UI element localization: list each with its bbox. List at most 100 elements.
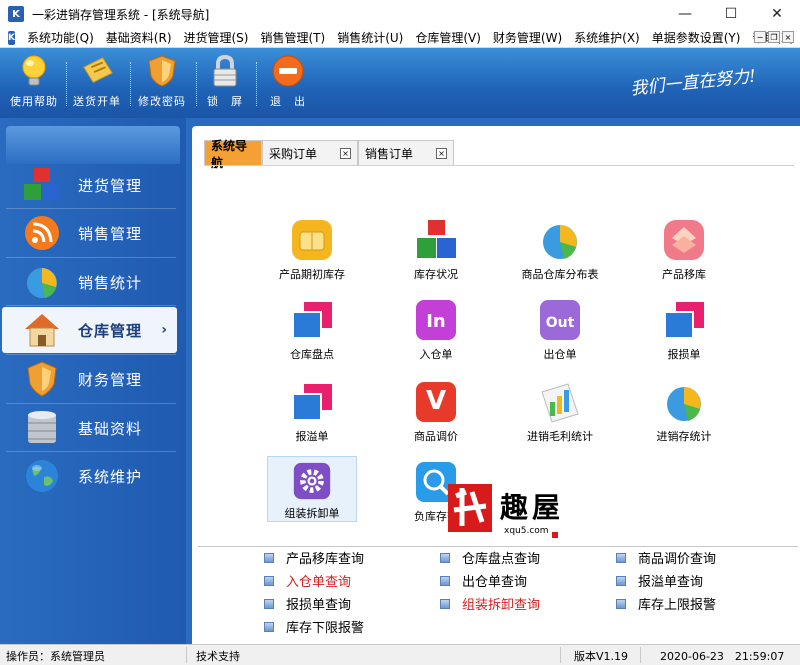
bullet-icon [264,621,274,632]
query-link-lower-limit-alarm[interactable]: 库存下限报警 [264,617,364,636]
tab-sales-order[interactable]: 销售订单 × [358,140,454,166]
query-link-label: 库存上限报警 [638,598,717,613]
nav-item-label: 进销存统计 [656,430,712,443]
query-link-assembly[interactable]: 组装拆卸查询 [440,594,540,613]
minimize-button[interactable]: — [662,0,708,28]
nav-inventory-stats[interactable]: 进销存统计 [639,380,729,444]
sidebar-item-sales[interactable]: 销售管理 [2,210,177,256]
menu-maintenance[interactable]: 系统维护(X) [568,29,646,46]
slogan-text: 我们一直在努力! [629,66,757,100]
help-tool-label: 使用帮助 [10,95,58,108]
menu-basic-data[interactable]: 基础资料(R) [100,29,178,46]
nav-item-label: 入仓单 [419,348,453,361]
query-link-upper-limit-alarm[interactable]: 库存上限报警 [616,594,716,613]
nav-item-label: 仓库盘点 [290,348,334,361]
nav-stocktaking[interactable]: 仓库盘点 [267,298,357,362]
window-title: 一彩进销存管理系统 - [系统导航] [32,7,210,22]
window-icon [664,302,704,339]
mdi-close-button[interactable]: × [782,31,794,43]
cubes-icon [417,220,456,258]
app-logo-icon: K [8,6,24,22]
maximize-button[interactable]: ☐ [708,0,754,28]
nav-opening-stock[interactable]: 产品期初库存 [267,218,357,282]
sidebar-item-label: 财务管理 [78,370,143,389]
sidebar-divider [6,354,176,355]
tab-close-icon[interactable]: × [436,148,447,159]
status-support: 技术支持 [196,650,240,663]
menu-warehouse[interactable]: 仓库管理(V) [409,29,487,46]
nav-stock-out[interactable]: Out 出仓单 [515,298,605,362]
tab-system-navigation[interactable]: 系统导航 [204,139,262,170]
sidebar: 进货管理 销售管理 销售统计 仓库管理 › 财务管理 基础资料 系统维护 [0,118,186,644]
status-operator: 操作员：系统管理员 [6,650,105,663]
sidebar-item-maintenance[interactable]: 系统维护 [2,453,177,499]
pie-chart-icon [543,225,577,259]
nav-item-label: 商品调价 [414,430,458,443]
query-link-stock-out[interactable]: 出仓单查询 [440,571,527,590]
menu-sales-stats[interactable]: 销售统计(U) [331,29,409,46]
query-link-label: 库存下限报警 [286,621,365,636]
nav-stock-status[interactable]: 库存状况 [391,218,481,282]
sidebar-item-warehouse[interactable]: 仓库管理 › [2,307,177,353]
bullet-icon [264,552,274,563]
exit-tool-button[interactable]: 退 出 [255,54,321,109]
status-separator [640,647,641,663]
query-link-stock-in[interactable]: 入仓单查询 [264,571,351,590]
mdi-controls: − ❐ × [754,31,794,43]
status-separator [560,647,561,663]
menu-bar: K 系统功能(Q) 基础资料(R) 进货管理(S) 销售管理(T) 销售统计(U… [0,28,800,48]
mdi-restore-button[interactable]: ❐ [768,31,780,43]
mdi-minimize-button[interactable]: − [754,31,766,43]
nav-item-label: 商品仓库分布表 [521,268,599,281]
nav-item-label: 进销毛利统计 [527,430,593,443]
nav-loss-report[interactable]: 报损单 [639,298,729,362]
query-link-label: 报损单查询 [286,598,352,613]
menu-finance[interactable]: 财务管理(W) [487,29,568,46]
menu-doc-settings[interactable]: 单据参数设置(Y) [646,29,747,46]
sidebar-item-purchase[interactable]: 进货管理 [2,162,177,208]
nav-overflow-report[interactable]: 报溢单 [267,380,357,444]
watermark-text: 趣屋 [500,491,565,524]
nav-price-adjust[interactable]: V 商品调价 [391,380,481,444]
nav-item-label: 产品移库 [662,268,706,281]
tab-label: 销售订单 [365,147,414,161]
query-link-price-adjust[interactable]: 商品调价查询 [616,548,716,567]
nav-assembly-order[interactable]: 组装拆卸单 [267,456,357,522]
bullet-icon [440,575,450,586]
query-link-loss[interactable]: 报损单查询 [264,594,351,613]
sidebar-item-sales-stats[interactable]: 销售统计 [2,259,177,305]
nav-item-label: 出仓单 [543,348,577,361]
menu-purchase[interactable]: 进货管理(S) [178,29,255,46]
nav-product-transfer[interactable]: 产品移库 [639,218,729,282]
change-password-tool-button[interactable]: 修改密码 [129,54,195,109]
bullet-icon [440,552,450,563]
help-tool-button[interactable]: 使用帮助 [1,54,67,109]
tab-close-icon[interactable]: × [340,148,351,159]
shield-icon [145,54,179,88]
sidebar-item-basic-data[interactable]: 基础资料 [2,405,177,451]
query-link-label: 组装拆卸查询 [462,598,541,613]
query-link-transfer[interactable]: 产品移库查询 [264,548,364,567]
change-password-tool-label: 修改密码 [138,95,186,108]
query-link-stocktaking[interactable]: 仓库盘点查询 [440,548,540,567]
bullet-icon [264,598,274,609]
sidebar-item-label: 进货管理 [78,176,143,195]
watermark-url: xqu5.com [504,526,549,536]
in-icon: In [416,300,456,340]
nav-item-label: 库存状况 [414,268,458,281]
menu-sales[interactable]: 销售管理(T) [254,29,331,46]
bullet-icon [264,575,274,586]
nav-gross-profit-stats[interactable]: 进销毛利统计 [515,380,605,444]
nav-stock-in[interactable]: In 入仓单 [391,298,481,362]
nav-item-label: 报溢单 [295,430,329,443]
nav-warehouse-distribution[interactable]: 商品仓库分布表 [515,218,605,282]
lock-screen-tool-button[interactable]: 锁 屏 [192,54,258,109]
navigation-panel: 系统导航 采购订单 × 销售订单 × 产品期初库存 库存状况 商品仓库分布表 产… [192,126,800,644]
delivery-order-tool-button[interactable]: 送货开单 [64,54,130,109]
close-button[interactable]: ✕ [754,0,800,28]
sidebar-divider [6,403,176,404]
menu-system-functions[interactable]: 系统功能(Q) [21,29,100,46]
sidebar-item-finance[interactable]: 财务管理 [2,356,177,402]
tab-purchase-order[interactable]: 采购订单 × [262,140,358,166]
query-link-overflow[interactable]: 报溢单查询 [616,571,703,590]
